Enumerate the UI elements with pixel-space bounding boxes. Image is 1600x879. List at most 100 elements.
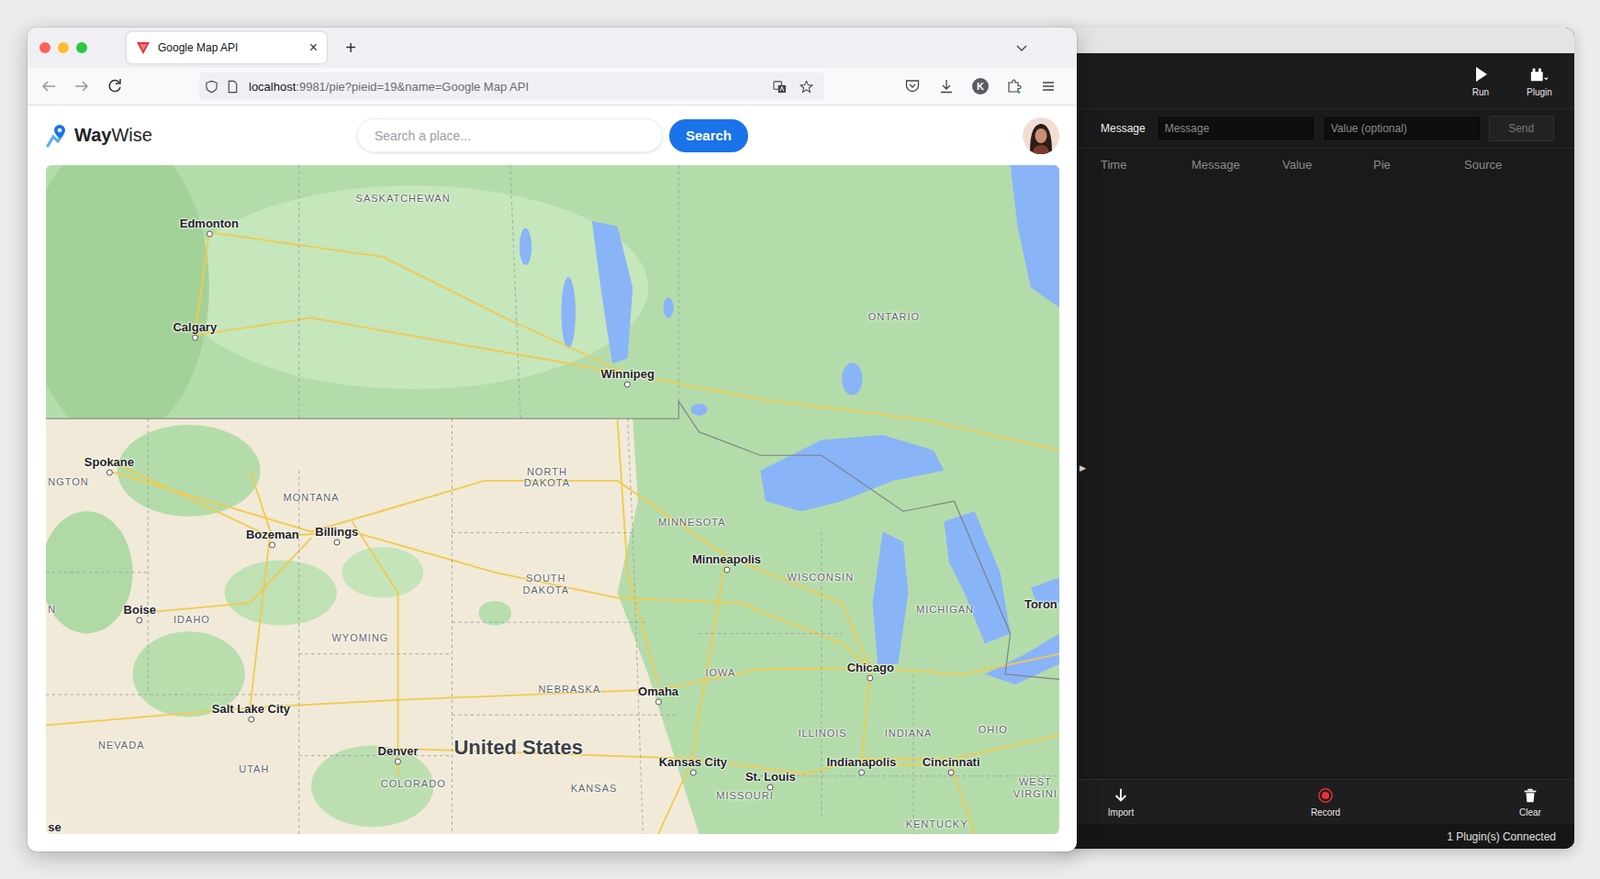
map-label: St. Louis	[745, 770, 796, 792]
message-input[interactable]	[1156, 115, 1316, 142]
plugin-icon	[1529, 65, 1550, 84]
map-label: NEVADA	[98, 739, 145, 752]
map-label: Toron	[1024, 597, 1058, 612]
page-content: WayWise Search SASKATCHEWAN Edmonton Cal…	[27, 105, 1077, 852]
forward-arrow-icon[interactable]	[68, 73, 95, 100]
extensions-puzzle-icon[interactable]	[1001, 73, 1028, 100]
map[interactable]: SASKATCHEWAN Edmonton Calgary Winnipeg O…	[45, 165, 1060, 835]
desktop: Run Plugin Message Send TimeMessageValue…	[0, 0, 1600, 879]
map-label: Minneapolis	[692, 551, 761, 573]
map-label: SASKATCHEWAN	[356, 191, 451, 204]
back-arrow-icon[interactable]	[35, 73, 62, 100]
menu-icon[interactable]	[1035, 73, 1062, 100]
value-input[interactable]	[1322, 115, 1482, 142]
country-border	[45, 401, 1060, 680]
map-label: ONTARIO	[868, 311, 920, 324]
road	[627, 373, 1060, 450]
bookmark-star-icon[interactable]	[799, 79, 814, 94]
status-bar: 1 Plugin(s) Connected	[1076, 824, 1575, 850]
state-border	[451, 532, 633, 534]
state-border	[627, 418, 644, 835]
translate-icon[interactable]	[772, 79, 787, 94]
map-label: Bozeman	[246, 527, 300, 549]
state-border	[45, 571, 148, 573]
app-header: WayWise Search	[27, 105, 1077, 166]
map-label: Calgary	[172, 319, 217, 341]
zoom-button[interactable]	[76, 42, 88, 54]
pocket-icon[interactable]	[899, 73, 926, 100]
tab-list-chevron-icon[interactable]	[1014, 40, 1030, 56]
city-dot	[268, 542, 276, 549]
table-header: TimeMessageValuePieSource	[1076, 148, 1575, 180]
bottom-button[interactable]: Clear	[1504, 787, 1556, 818]
new-tab-button[interactable]: +	[339, 37, 362, 59]
bottom-button[interactable]: Record	[1299, 787, 1352, 818]
city-dot	[624, 380, 631, 388]
minimize-button[interactable]	[57, 42, 69, 54]
road	[249, 470, 270, 709]
search-button[interactable]: Search	[669, 119, 749, 153]
city-dot	[247, 716, 255, 723]
road	[45, 668, 871, 726]
search-input[interactable]	[357, 118, 663, 153]
panel-titlebar	[1055, 27, 1575, 54]
column-header: Time	[1100, 157, 1192, 172]
download-icon[interactable]	[933, 73, 960, 100]
reload-icon[interactable]	[101, 73, 128, 100]
browser-tab[interactable]: Google Map API ×	[126, 32, 327, 64]
message-label: Message	[1100, 122, 1146, 135]
city-dot	[105, 469, 112, 477]
expand-toggle[interactable]: ▶	[1079, 463, 1086, 473]
map-label: IOWA	[704, 666, 736, 679]
tab-close-button[interactable]: ×	[309, 39, 318, 56]
logo[interactable]: WayWise	[45, 123, 358, 148]
map-label: Indianapolis	[826, 754, 896, 776]
road	[861, 668, 952, 765]
map-label: Chicago	[847, 660, 895, 683]
profile-icon[interactable]: K	[972, 78, 989, 95]
map-label: ILLINOIS	[797, 727, 847, 740]
map-label: MICHIGAN	[916, 603, 974, 616]
map-label: KENTUCKY	[906, 818, 969, 831]
toolbar-icons: K	[899, 73, 1062, 100]
map-label: Salt Lake City	[212, 701, 291, 723]
map-label: se	[47, 820, 61, 835]
map-label: Cincinnati	[922, 754, 981, 776]
address-bar[interactable]: localhost:9981/pie?pieid=19&name=Google …	[199, 72, 825, 101]
map-label: United States	[453, 736, 583, 761]
state-border	[760, 775, 1060, 777]
map-label: NORTH DAKOTA	[524, 466, 571, 490]
map-label: Billings	[314, 524, 359, 546]
map-label: MISSOURI	[716, 790, 773, 803]
message-row: Message Send	[1076, 109, 1575, 149]
state-border	[451, 418, 453, 835]
send-button[interactable]: Send	[1488, 115, 1555, 142]
road	[209, 232, 628, 374]
road	[194, 317, 627, 374]
city-dot	[858, 769, 865, 776]
road	[398, 735, 1060, 774]
city-dot	[689, 769, 696, 776]
avatar-photo	[1022, 117, 1060, 155]
state-border	[298, 470, 300, 835]
map-label: Spokane	[84, 455, 135, 477]
road	[352, 521, 399, 776]
map-label: Omaha	[637, 683, 679, 705]
map-label: MINNESOTA	[658, 516, 727, 529]
user-avatar[interactable]	[1022, 117, 1060, 155]
toolbar-button[interactable]: Run	[1460, 65, 1501, 98]
city-dot	[723, 566, 730, 573]
state-border	[147, 418, 149, 695]
map-label: SOUTH DAKOTA	[523, 573, 570, 597]
shield-icon	[204, 79, 219, 94]
pie-favicon-icon	[135, 40, 151, 56]
map-label: INDIANA	[884, 727, 933, 740]
toolbar-button[interactable]: Plugin	[1519, 65, 1560, 98]
column-header: Source	[1464, 157, 1556, 172]
road	[109, 460, 1060, 675]
bottom-button[interactable]: Import	[1095, 787, 1147, 818]
city-dot	[655, 698, 662, 705]
city-dot	[191, 334, 199, 341]
close-button[interactable]	[39, 42, 51, 54]
map-label: UTAH	[238, 763, 269, 776]
